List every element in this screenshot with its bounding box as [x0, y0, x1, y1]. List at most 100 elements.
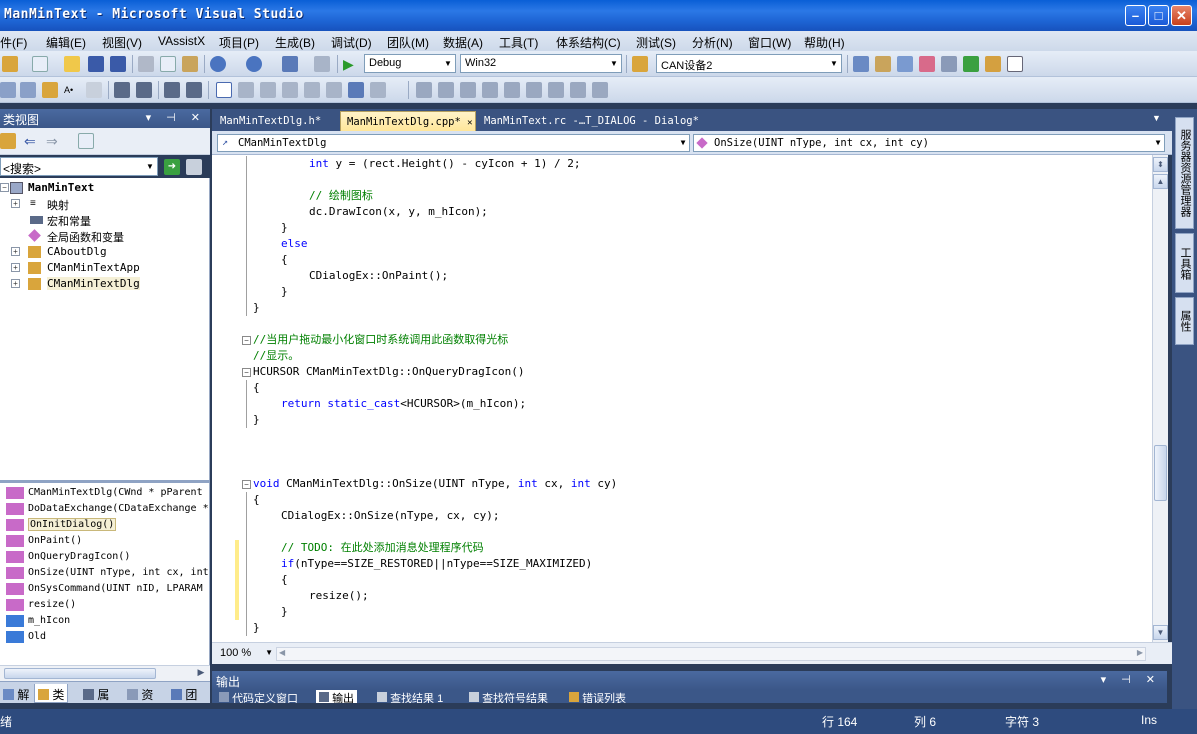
menu-architecture[interactable]: 体系结构(C) — [556, 34, 621, 51]
menu-test[interactable]: 测试(S) — [636, 34, 676, 51]
tab-output[interactable]: 输出 — [316, 690, 358, 703]
tree-item-macros[interactable]: 宏和常量 — [0, 212, 210, 228]
tab-team-explorer[interactable]: 团 — [168, 684, 200, 703]
menu-build[interactable]: 生成(B) — [275, 34, 315, 51]
parameter-info-icon[interactable] — [20, 82, 36, 98]
vax-icon-6[interactable] — [526, 82, 542, 98]
tab-class-view[interactable]: 类 — [34, 684, 69, 703]
menu-window[interactable]: 窗口(W) — [748, 34, 791, 51]
editor-vscrollbar[interactable]: ⬍ ▲ ▼ — [1152, 155, 1168, 642]
back-arrow-icon[interactable]: ⇐ — [24, 133, 40, 149]
member-item[interactable]: OnPaint() — [0, 533, 210, 549]
next-bookmark-folder-icon[interactable] — [304, 82, 320, 98]
toggle-bookmark-icon[interactable] — [216, 82, 232, 98]
save-all-icon[interactable] — [110, 56, 126, 72]
server-explorer-tab[interactable]: 服务器资源管理器 — [1175, 117, 1194, 229]
scroll-right-icon[interactable]: ▶ — [1137, 648, 1143, 657]
prev-bookmark-folder-icon[interactable] — [282, 82, 298, 98]
display-word-icon[interactable] — [86, 82, 102, 98]
tab-manmintext-rc[interactable]: ManMinText.rc -…T_DIALOG - Dialog* — [478, 111, 705, 131]
start-page-icon[interactable] — [963, 56, 979, 72]
member-list-hscrollbar[interactable]: ▶ — [0, 665, 210, 681]
menu-edit[interactable]: 编辑(E) — [46, 34, 86, 51]
scroll-thumb[interactable] — [1154, 445, 1167, 501]
menu-analyze[interactable]: 分析(N) — [692, 34, 733, 51]
vax-icon-1[interactable] — [416, 82, 432, 98]
redo-icon[interactable] — [246, 56, 262, 72]
navigate-forward-icon[interactable] — [314, 56, 330, 72]
find-in-files-icon[interactable] — [632, 56, 648, 72]
collapse-region-icon[interactable]: − — [242, 368, 251, 377]
vax-icon-7[interactable] — [548, 82, 564, 98]
collapse-region-icon[interactable]: − — [242, 480, 251, 489]
tab-find-results[interactable]: 查找结果 1 — [374, 690, 446, 703]
member-item[interactable]: Old — [0, 629, 210, 645]
class-view-settings-icon[interactable] — [78, 133, 94, 149]
vax-icon-2[interactable] — [438, 82, 454, 98]
scroll-thumb[interactable] — [4, 668, 156, 679]
find-combo[interactable]: CAN设备2 ▼ — [656, 54, 842, 73]
clear-bookmarks-icon[interactable] — [370, 82, 386, 98]
add-item-icon[interactable] — [32, 56, 48, 72]
menu-file[interactable]: 件(F) — [0, 34, 27, 51]
expand-icon[interactable]: + — [11, 263, 20, 272]
undo-icon[interactable] — [210, 56, 226, 72]
expand-icon[interactable]: + — [11, 247, 20, 256]
tools-icon[interactable] — [941, 56, 957, 72]
cut-icon[interactable] — [138, 56, 154, 72]
properties-window-icon[interactable] — [875, 56, 891, 72]
clear-search-icon[interactable] — [186, 159, 202, 175]
tree-item-caboutdlg[interactable]: + CAboutDlg — [0, 244, 210, 260]
scroll-down-icon[interactable]: ▼ — [1153, 625, 1168, 640]
member-combo[interactable]: OnSize(UINT nType, int cx, int cy) ▼ — [693, 134, 1165, 152]
menu-help[interactable]: 帮助(H) — [804, 34, 845, 51]
member-item[interactable]: resize() — [0, 597, 210, 613]
expand-icon[interactable]: + — [11, 199, 20, 208]
scroll-left-icon[interactable]: ◀ — [279, 648, 285, 657]
next-bookmark-document-icon[interactable] — [348, 82, 364, 98]
maximize-button[interactable]: □ — [1148, 5, 1169, 26]
new-project-icon[interactable] — [2, 56, 18, 72]
member-item[interactable]: OnSysCommand(UINT nID, LPARAM — [0, 581, 210, 597]
navigate-backward-icon[interactable] — [282, 56, 298, 72]
vax-icon-3[interactable] — [460, 82, 476, 98]
split-handle-icon[interactable]: ⬍ — [1153, 157, 1168, 172]
save-icon[interactable] — [88, 56, 104, 72]
vax-icon-4[interactable] — [482, 82, 498, 98]
uncomment-icon[interactable] — [186, 82, 202, 98]
tree-item-maps[interactable]: + ≡ 映射 — [0, 196, 210, 212]
vax-icon-9[interactable] — [592, 82, 608, 98]
toolbox-tab[interactable]: 工具箱 — [1175, 233, 1194, 293]
menu-vassistx[interactable]: VAssistX — [158, 34, 205, 48]
menu-team[interactable]: 团队(M) — [387, 34, 429, 51]
solution-configuration-combo[interactable]: Debug ▼ — [364, 54, 456, 73]
forward-arrow-icon[interactable]: ⇒ — [46, 133, 62, 149]
copy-icon[interactable] — [160, 56, 176, 72]
decrease-indent-icon[interactable] — [114, 82, 130, 98]
tab-property-manager[interactable]: 属 — [80, 684, 112, 703]
tab-code-definition[interactable]: 代码定义窗口 — [216, 690, 301, 703]
paste-icon[interactable] — [182, 56, 198, 72]
next-bookmark-icon[interactable] — [260, 82, 276, 98]
tree-item-cmanmintextdlg[interactable]: + CManMinTextDlg — [0, 276, 210, 292]
menu-debug[interactable]: 调试(D) — [331, 34, 372, 51]
solution-platform-combo[interactable]: Win32 ▼ — [460, 54, 622, 73]
collapse-icon[interactable]: − — [0, 183, 9, 192]
close-tab-icon[interactable]: ✕ — [467, 118, 472, 128]
solution-explorer-icon[interactable] — [853, 56, 869, 72]
search-go-icon[interactable]: ➜ — [164, 159, 180, 175]
tab-list-chevron-icon[interactable]: ▼ — [1152, 113, 1161, 123]
extension-manager-icon[interactable] — [985, 56, 1001, 72]
quick-info-icon[interactable] — [42, 82, 58, 98]
menu-project[interactable]: 项目(P) — [219, 34, 259, 51]
tree-item-cmanmintextapp[interactable]: + CManMinTextApp — [0, 260, 210, 276]
new-folder-icon[interactable] — [0, 133, 16, 149]
member-item[interactable]: OnInitDialog() — [0, 517, 210, 533]
vax-icon-8[interactable] — [570, 82, 586, 98]
collapse-region-icon[interactable]: − — [242, 336, 251, 345]
member-list-icon[interactable] — [0, 82, 16, 98]
tab-solution-explorer[interactable]: 解 — [0, 684, 32, 703]
tab-manmintextdlg-cpp[interactable]: ManMinTextDlg.cpp* ✕ — [340, 111, 476, 131]
object-browser-icon[interactable] — [897, 56, 913, 72]
chevron-right-icon[interactable]: ▶ — [194, 667, 208, 680]
